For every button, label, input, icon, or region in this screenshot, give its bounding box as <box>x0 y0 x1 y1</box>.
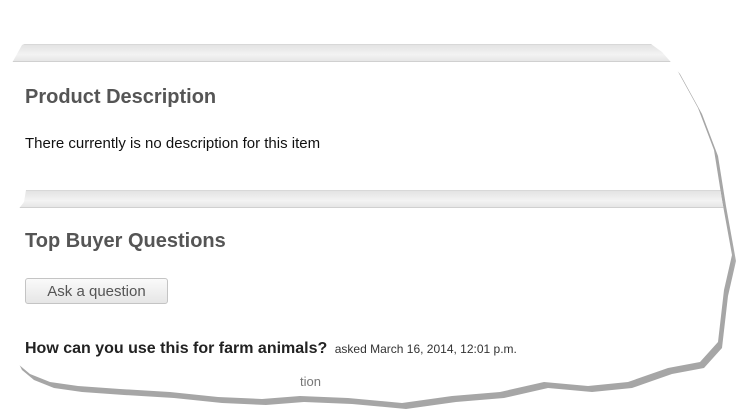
section-divider-top <box>8 44 732 62</box>
page-canvas: Product Description There currently is n… <box>0 0 736 412</box>
partial-answer-text: tion <box>300 374 321 388</box>
ask-question-button[interactable]: Ask a question <box>25 278 168 304</box>
product-description-text: There currently is no description for th… <box>25 135 321 152</box>
question-item: How can you use this for farm animals? a… <box>25 340 517 358</box>
question-text[interactable]: How can you use this for farm animals? <box>25 340 327 357</box>
top-buyer-questions-title: Top Buyer Questions <box>25 230 226 252</box>
torn-paper-fragment: Product Description There currently is n… <box>8 6 732 403</box>
product-description-title: Product Description <box>25 86 217 108</box>
question-asked-date: asked March 16, 2014, 12:01 p.m. <box>334 342 517 356</box>
section-divider-middle <box>8 190 732 208</box>
